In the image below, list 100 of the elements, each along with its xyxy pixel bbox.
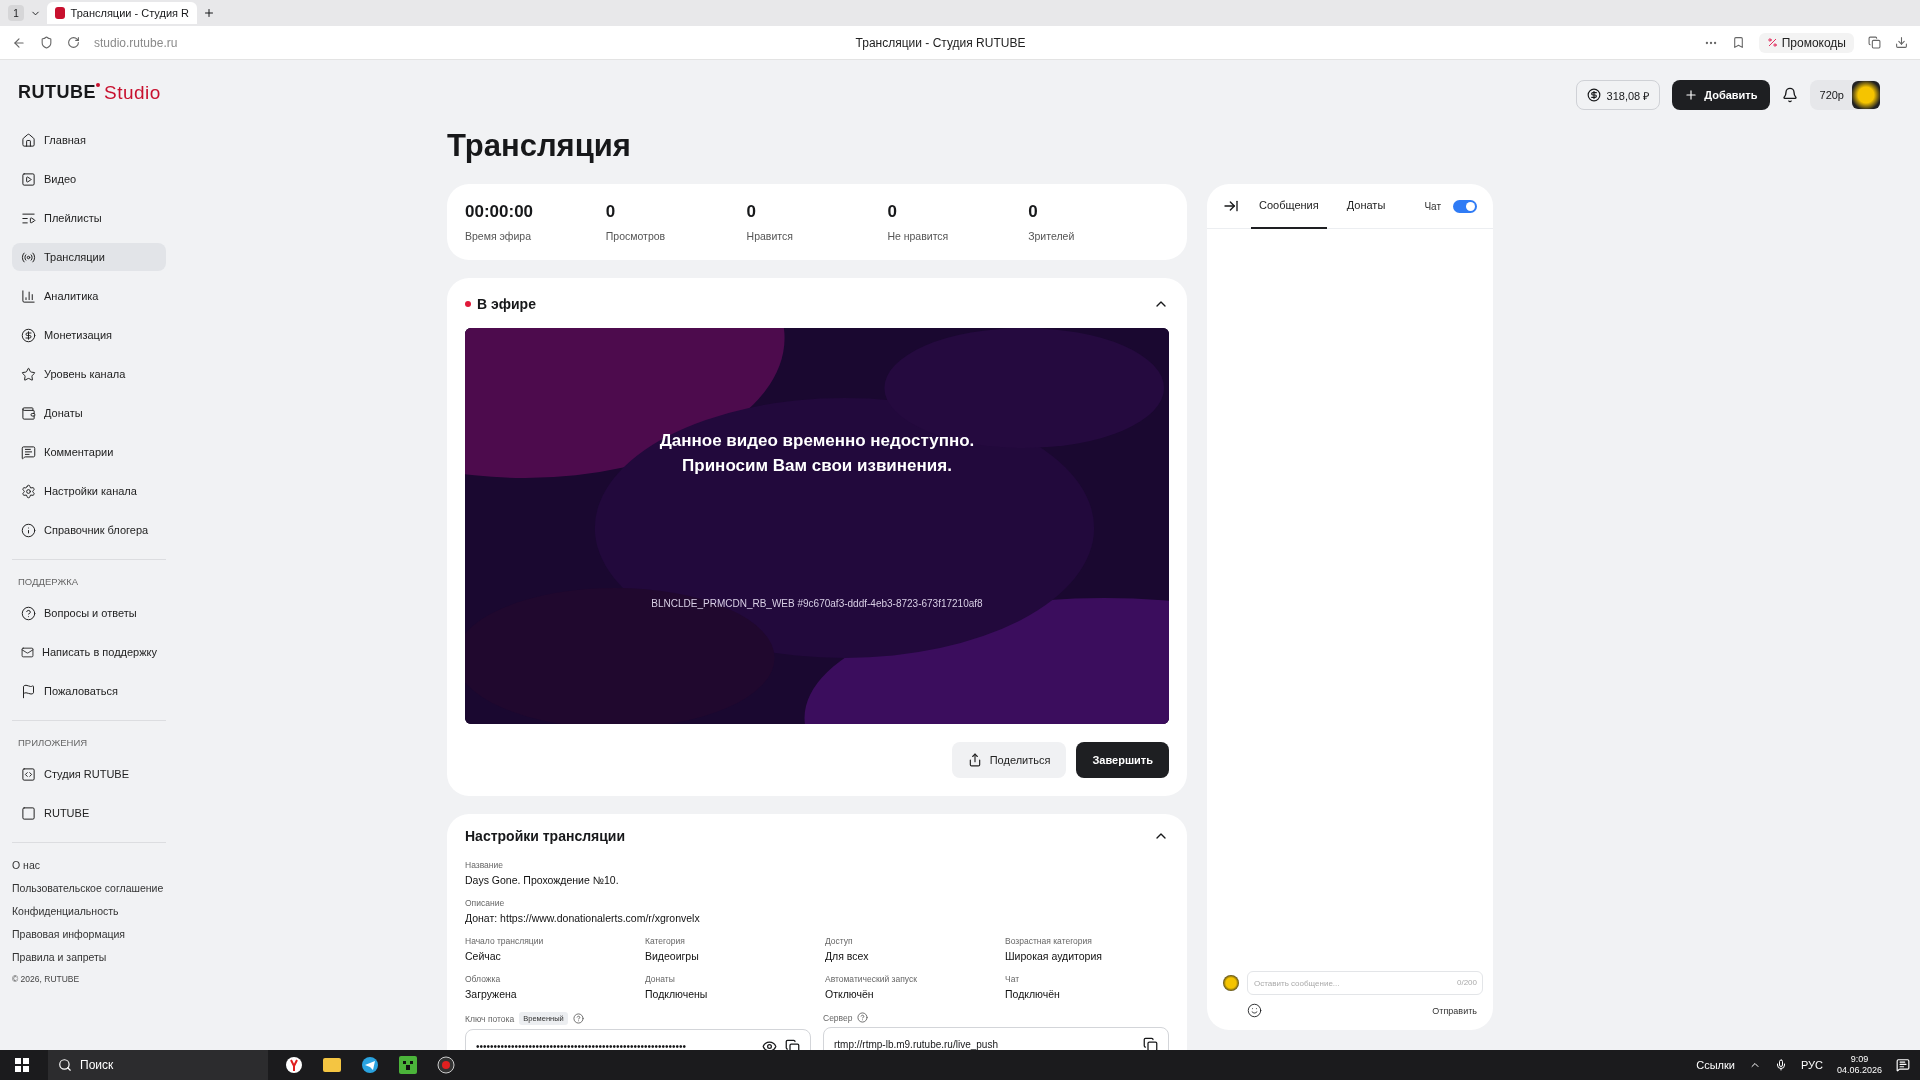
notification-icon[interactable] [1896,1058,1910,1072]
logo[interactable]: RUTUBE Studio [18,82,163,104]
stat-label: Нравится [746,230,794,242]
star-icon [21,366,36,382]
stat-value: 0 [605,202,617,222]
stat-label: Просмотров [605,230,667,242]
field-label: Категория [645,936,685,946]
browser-tab[interactable]: Трансляции - Студия R [47,2,197,24]
field-value: Для всех [825,950,870,962]
video-message: Данное видео временно недоступно. Приносим Вам свои извинения. [659,429,975,477]
chat-tab[interactable]: Донаты [1338,183,1394,229]
copy-icon[interactable] [785,1038,800,1050]
footer-link[interactable]: О нас [12,859,163,871]
nav-item[interactable]: Настройки канала [12,477,166,505]
collapse-icon[interactable] [1223,198,1239,214]
chat-toggle[interactable] [1453,199,1477,213]
field-label: Возрастная категория [1005,936,1092,946]
language-indicator[interactable]: РУС [1800,1059,1823,1071]
shield-icon[interactable] [40,36,53,49]
nav-item[interactable]: Пожаловаться [12,677,166,705]
section-title: ПРИЛОЖЕНИЯ [18,737,89,748]
copy-icon[interactable] [1143,1036,1158,1050]
nav-item[interactable]: Донаты [12,399,166,427]
bar-chart-icon [21,288,36,304]
add-button[interactable]: Добавить [1672,80,1770,110]
nav-item[interactable]: Главная [12,126,166,154]
footer-link[interactable]: Правовая информация [12,928,163,940]
clock[interactable]: 9:09 04.06.2026 [1836,1054,1882,1076]
new-tab-icon[interactable] [203,7,215,19]
taskbar-search[interactable]: Поиск [48,1050,268,1080]
emoji-icon[interactable] [1247,1003,1262,1018]
nav-item[interactable]: Видео [12,165,166,193]
game-icon[interactable] [396,1053,420,1077]
nav-item[interactable]: Плейлисты [12,204,166,232]
field-value: Days Gone. Прохождение №10. [465,874,620,886]
nav-item[interactable]: Справочник блогера [12,516,166,544]
download-icon[interactable] [1895,36,1908,49]
collections-icon[interactable] [1868,36,1881,49]
playlist-icon [21,210,36,226]
wallet-icon [21,405,36,421]
stat-value: 0 [887,202,898,222]
video-player[interactable]: Данное видео временно недоступно. Приносим Вам свои извинения. BLNCLDE_PRMCDN_RB_WEB #9c670af3-dddf-4eb3-8723-673f17210af8 [465,328,1169,724]
field-value: Видеоигры [645,950,700,962]
field-label: Сервер [823,1012,853,1023]
reload-icon[interactable] [67,36,80,49]
field-label: Обложка [465,974,501,984]
share-icon [967,753,982,767]
field-label: Автоматический запуск [825,974,917,984]
help-icon[interactable] [857,1012,869,1023]
flag-icon [21,683,36,699]
footer-link[interactable]: Пользовательское соглашение [12,882,163,894]
section-title: ПОДДЕРЖКА [18,576,80,587]
stat-label: Время эфира [465,230,533,242]
nav-item[interactable]: Уровень канала [12,360,166,388]
footer-link[interactable]: Правила и запреты [12,951,163,963]
recorder-icon[interactable] [434,1053,458,1077]
char-counter: 0/200 [1456,978,1477,987]
balance-button[interactable]: 318,08 ₽ [1575,80,1661,110]
app-icon [21,805,36,821]
nav-item[interactable]: Написать в поддержку [12,638,166,666]
eye-icon[interactable] [762,1038,777,1050]
back-icon[interactable] [12,35,26,50]
nav-item[interactable]: Вопросы и ответы [12,599,166,627]
field-value: Донат: https://www.donationalerts.com/r/xgronvelx [465,912,701,924]
favicon-icon [55,7,65,19]
comment-icon [21,444,36,460]
links-label[interactable]: Ссылки [1696,1059,1735,1071]
nav-item[interactable]: Студия RUTUBE [12,760,166,788]
field-label: Начало трансляции [465,936,544,946]
nav-item[interactable]: Аналитика [12,282,166,310]
share-button[interactable]: Поделиться [951,742,1067,778]
field-value: Загружена [465,988,518,1000]
nav-item[interactable]: RUTUBE [12,799,166,827]
field-label: Описание [465,898,505,908]
footer-link[interactable]: Конфиденциальность [12,905,163,917]
error-code: BLNCLDE_PRMCDN_RB_WEB #9c670af3-dddf-4eb3-8723-673f17210af8 [651,598,983,610]
copyright: © 2026, RUTUBE [12,974,81,984]
toggle-label: Чат [1424,200,1441,212]
field-label: Название [465,860,503,870]
field-value: Широкая аудитория [1005,950,1103,962]
coin-icon [1586,88,1601,102]
tab-count[interactable]: 1 [8,5,24,21]
finish-button[interactable]: Завершить [1076,742,1169,778]
bookmark-icon[interactable] [1731,36,1745,49]
search-icon [58,1058,72,1072]
mic-icon[interactable] [1774,1059,1787,1071]
send-button[interactable]: Отправить [1426,1004,1483,1017]
studio-app-icon [21,766,36,782]
avatar-icon [1223,975,1239,991]
notification-icon[interactable] [1781,87,1798,103]
field-value: Подключён [1005,988,1061,1000]
help-icon[interactable] [572,1013,584,1024]
quality-button[interactable]: 720p [1809,80,1880,110]
nav-item[interactable]: Комментарии [12,438,166,466]
chat-tab[interactable]: Сообщения [1251,183,1327,229]
url-field[interactable]: studio.rutube.ru [94,35,178,50]
coin-icon [21,327,36,343]
nav-item[interactable]: Трансляции [12,243,166,271]
promo-button[interactable]: Промокоды [1758,32,1854,53]
nav-item[interactable]: Монетизация [12,321,166,349]
